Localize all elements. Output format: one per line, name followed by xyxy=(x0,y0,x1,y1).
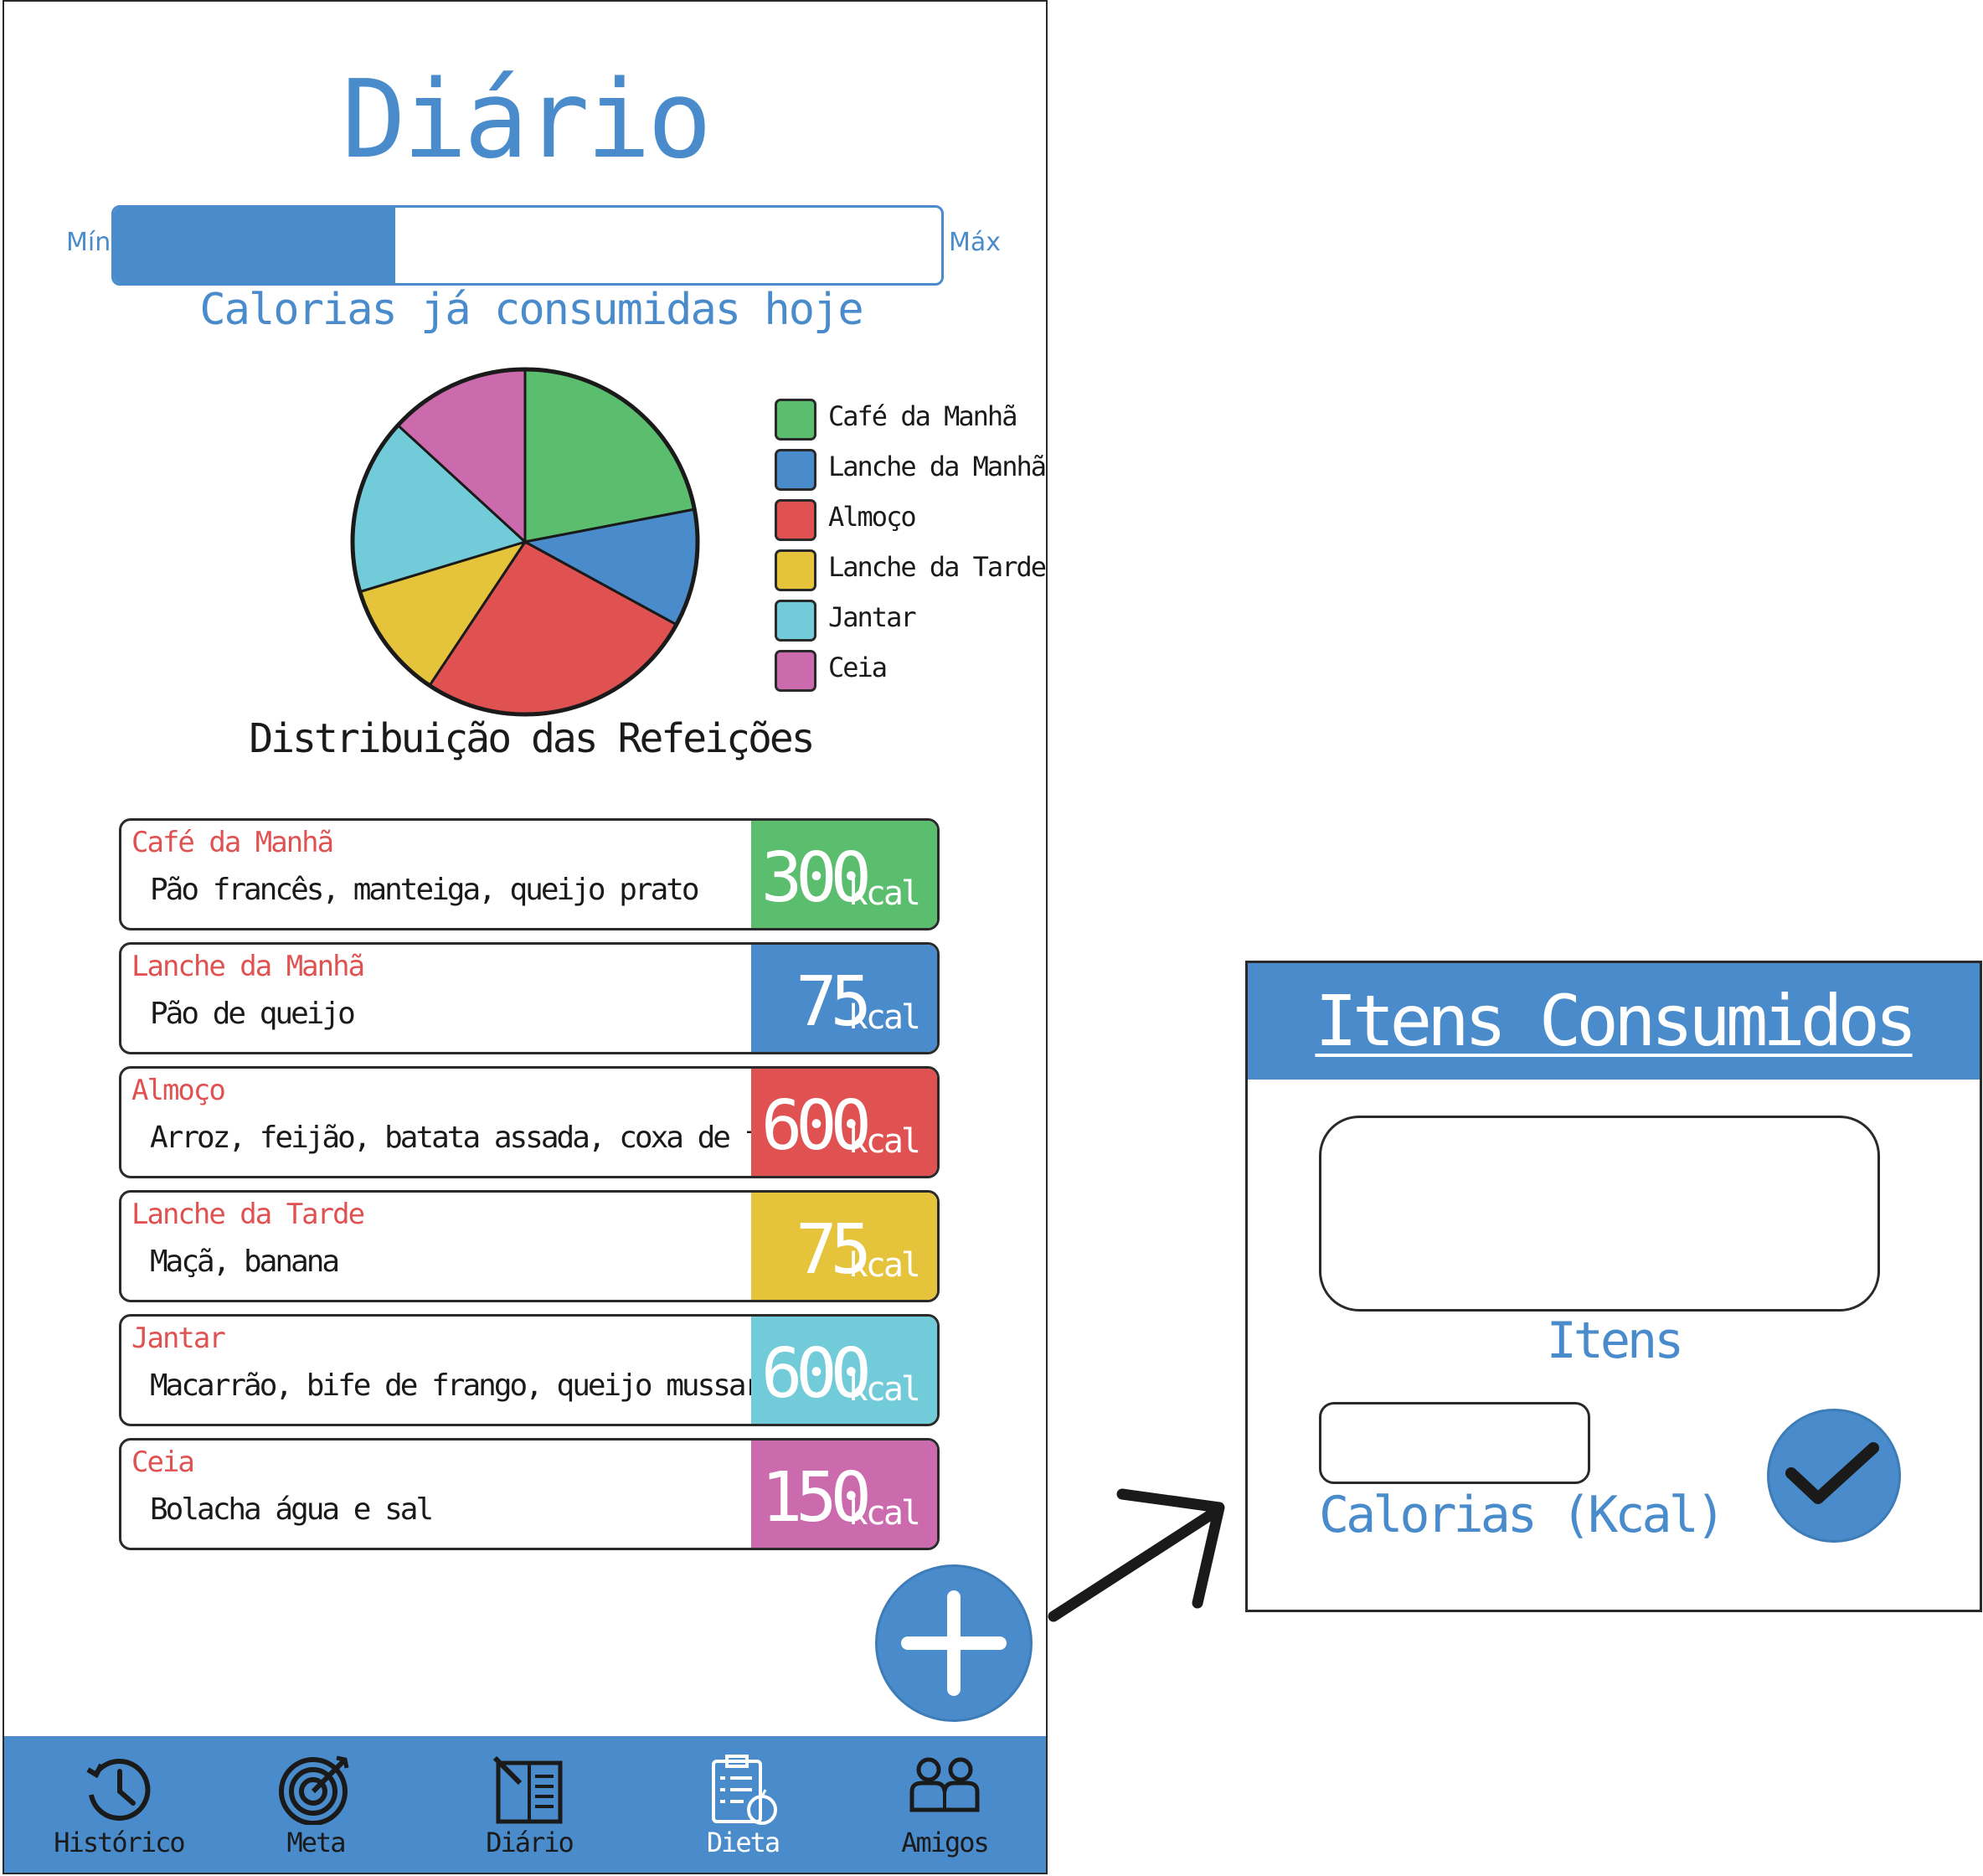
pie-chart-title: Distribuição das Refeições xyxy=(249,715,815,762)
legend-label: Almoço xyxy=(828,501,917,533)
plus-icon xyxy=(901,1590,1007,1696)
meal-kcal-badge: 150 kcal xyxy=(751,1440,937,1548)
calorie-bar-caption: Calorias já consumidas hoje xyxy=(199,285,863,335)
legend-label: Café da Manhã xyxy=(828,400,1017,432)
legend-swatch xyxy=(775,449,816,491)
legend-item: Jantar xyxy=(775,600,1046,642)
nav-label-historico: Histórico xyxy=(54,1827,185,1858)
calorie-progress-bar xyxy=(111,205,944,286)
meal-kcal-badge: 300 kcal xyxy=(751,821,937,928)
meal-card[interactable]: Lanche da Manhã Pão de queijo 75 kcal xyxy=(119,942,940,1054)
target-icon xyxy=(279,1755,349,1825)
nav-label-diario: Diário xyxy=(486,1827,574,1858)
meal-name: Ceia xyxy=(131,1446,195,1479)
legend-item: Ceia xyxy=(775,650,1046,692)
meal-kcal-badge: 600 kcal xyxy=(751,1069,937,1176)
nav-label-dieta: Dieta xyxy=(706,1827,780,1858)
legend-label: Lanche da Tarde xyxy=(828,551,1046,583)
legend-item: Lanche da Tarde xyxy=(775,549,1046,591)
meal-kcal-badge: 600 kcal xyxy=(751,1317,937,1424)
diary-icon xyxy=(492,1755,563,1824)
dialog-title: Itens Consumidos xyxy=(1315,980,1917,1062)
meal-kcal-badge: 75 kcal xyxy=(751,945,937,1052)
legend-swatch xyxy=(775,650,816,692)
meal-kcal-unit: kcal xyxy=(847,1122,921,1161)
legend-swatch xyxy=(775,549,816,591)
nav-item-meta[interactable]: Meta xyxy=(232,1736,399,1873)
meal-items: Arroz, feijão, batata assada, coxa de fr… xyxy=(150,1121,841,1155)
nav-item-historico[interactable]: Histórico xyxy=(35,1736,203,1873)
legend-item: Almoço xyxy=(775,499,1046,541)
page-title: Diário xyxy=(341,58,712,183)
meal-card[interactable]: Almoço Arroz, feijão, batata assada, coxa… xyxy=(119,1066,940,1178)
legend-item: Lanche da Manhã xyxy=(775,449,1046,491)
meal-card[interactable]: Lanche da Tarde Maçã, banana 75 kcal xyxy=(119,1190,940,1302)
calorie-bar-min-label: Mín xyxy=(66,228,111,257)
nav-item-diario[interactable]: Diário xyxy=(446,1736,613,1873)
add-meal-button[interactable] xyxy=(875,1564,1033,1722)
legend-label: Ceia xyxy=(828,652,888,683)
legend-swatch xyxy=(775,499,816,541)
history-icon xyxy=(86,1759,151,1822)
meal-card[interactable]: Jantar Macarrão, bife de frango, queijo m… xyxy=(119,1314,940,1426)
dialog-header: Itens Consumidos xyxy=(1248,963,1980,1080)
meal-items: Maçã, banana xyxy=(150,1245,340,1279)
meal-kcal-unit: kcal xyxy=(847,1370,921,1409)
meal-kcal-unit: kcal xyxy=(847,1246,921,1285)
meal-distribution-pie-chart xyxy=(350,367,700,717)
meal-items: Macarrão, bife de frango, queijo mussare… xyxy=(150,1368,809,1403)
items-input[interactable] xyxy=(1319,1116,1880,1312)
nav-label-meta: Meta xyxy=(286,1827,346,1858)
meal-items: Bolacha água e sal xyxy=(150,1492,434,1527)
nav-label-amigos: Amigos xyxy=(901,1827,990,1858)
meal-card[interactable]: Ceia Bolacha água e sal 150 kcal xyxy=(119,1438,940,1550)
legend-item: Café da Manhã xyxy=(775,399,1046,441)
meal-items: Pão de queijo xyxy=(150,997,356,1031)
legend-swatch xyxy=(775,399,816,441)
phone-screen: Diário Mín Máx Calorias já consumidas ho… xyxy=(3,0,1048,1874)
meal-items: Pão francês, manteiga, queijo prato xyxy=(150,873,700,907)
nav-item-dieta[interactable]: Dieta xyxy=(659,1736,827,1873)
nav-item-amigos[interactable]: Amigos xyxy=(861,1736,1028,1873)
friends-icon xyxy=(909,1757,980,1812)
items-input-label: Itens xyxy=(1546,1312,1685,1370)
bottom-navigation: Histórico Meta Diário Dieta Amigos xyxy=(4,1736,1046,1873)
meal-card[interactable]: Café da Manhã Pão francês, manteiga, quei… xyxy=(119,818,940,930)
meal-name: Almoço xyxy=(131,1074,226,1107)
calories-input-label: Calorias (Kcal) xyxy=(1319,1486,1726,1544)
legend-swatch xyxy=(775,600,816,642)
calories-input[interactable] xyxy=(1319,1402,1590,1484)
meal-kcal-unit: kcal xyxy=(847,1494,921,1533)
confirm-button[interactable] xyxy=(1767,1409,1901,1543)
calorie-progress-fill xyxy=(114,208,395,283)
consumed-items-dialog: Itens Consumidos Itens Calorias (Kcal) xyxy=(1245,961,1982,1612)
meal-kcal-badge: 75 kcal xyxy=(751,1193,937,1300)
calorie-bar-max-label: Máx xyxy=(949,228,1002,257)
legend-label: Jantar xyxy=(828,601,917,633)
diet-checklist-icon xyxy=(712,1755,777,1825)
check-icon xyxy=(1785,1442,1879,1504)
meal-name: Lanche da Manhã xyxy=(131,950,365,983)
flow-arrow xyxy=(1048,1488,1225,1622)
meal-kcal-unit: kcal xyxy=(847,998,921,1037)
meal-name: Café da Manhã xyxy=(131,826,334,859)
meal-kcal-unit: kcal xyxy=(847,874,921,913)
meal-name: Lanche da Tarde xyxy=(131,1198,365,1231)
legend-label: Lanche da Manhã xyxy=(828,451,1046,482)
meal-name: Jantar xyxy=(131,1322,226,1355)
